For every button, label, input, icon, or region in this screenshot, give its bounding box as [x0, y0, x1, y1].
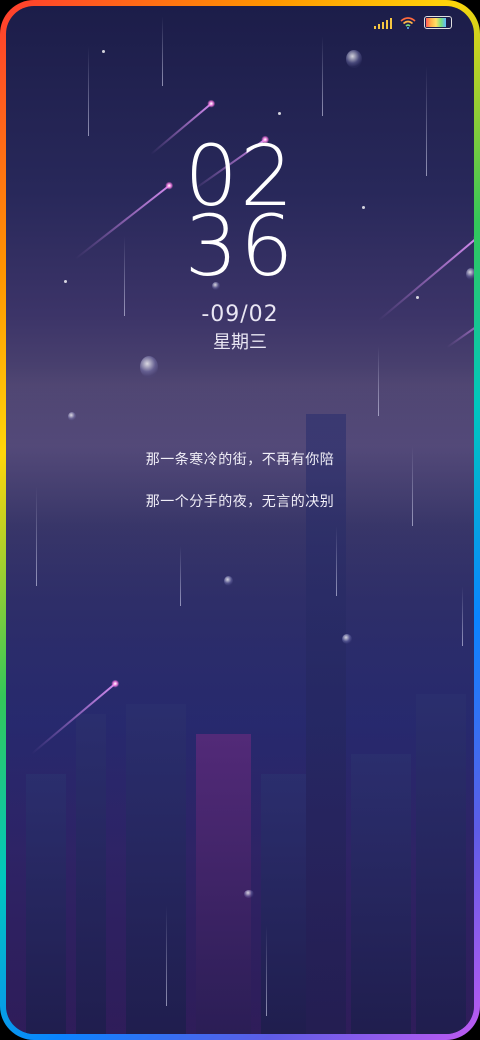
- water-droplet: [140, 356, 158, 378]
- rain-streak: [336, 526, 337, 596]
- clock-minute: 36: [184, 197, 296, 295]
- water-droplet: [224, 576, 233, 586]
- clock-date: -09/02: [201, 302, 279, 327]
- rain-streak: [462, 586, 463, 646]
- building: [26, 774, 66, 1034]
- status-bar: [374, 16, 452, 29]
- lock-screen: 02 36 -09/02 星期三 那一条寒冷的街，不再有你陪 那一个分手的夜，无…: [6, 6, 474, 1034]
- lyric-line-1: 那一条寒冷的街，不再有你陪: [145, 452, 335, 468]
- building: [126, 704, 186, 1034]
- water-droplet: [68, 412, 76, 421]
- water-droplet: [346, 50, 362, 68]
- lyric-line-2: 那一个分手的夜，无言的决别: [145, 494, 335, 510]
- water-droplet: [244, 890, 254, 898]
- building: [76, 714, 106, 1034]
- rain-streak: [266, 926, 267, 1016]
- water-droplet: [342, 634, 352, 644]
- building: [351, 754, 411, 1034]
- rainbow-border-frame: 02 36 -09/02 星期三 那一条寒冷的街，不再有你陪 那一个分手的夜，无…: [0, 0, 480, 1040]
- battery-level: [426, 18, 446, 27]
- rain-streak: [162, 16, 163, 86]
- building: [416, 694, 466, 1034]
- rain-streak: [378, 346, 379, 416]
- battery-icon: [424, 16, 452, 29]
- wifi-icon: [400, 16, 416, 29]
- building: [261, 774, 306, 1034]
- building: [196, 734, 251, 1034]
- rain-streak: [88, 46, 89, 136]
- rain-streak: [180, 546, 181, 606]
- city-skyline-background: [6, 414, 474, 1034]
- star: [102, 50, 105, 53]
- signal-bars-icon: [374, 17, 392, 29]
- rain-streak: [322, 36, 323, 116]
- star: [278, 112, 281, 115]
- clock-weekday: 星期三: [213, 332, 267, 353]
- rain-streak: [166, 906, 167, 1006]
- star: [416, 296, 419, 299]
